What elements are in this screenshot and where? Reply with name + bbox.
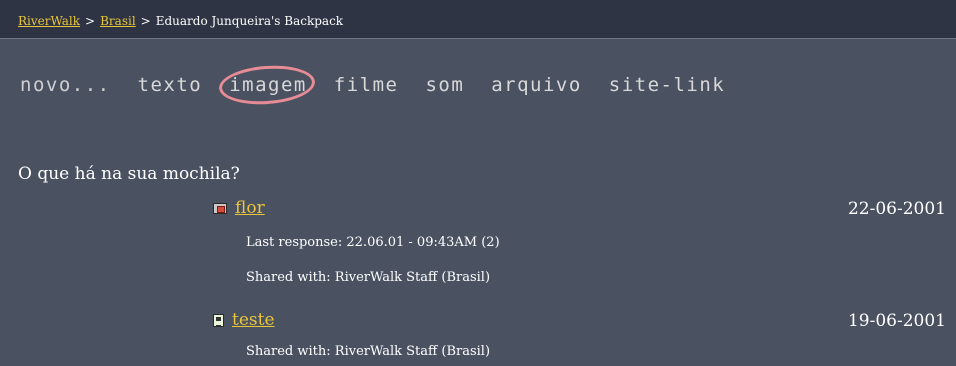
new-item-label: novo...: [20, 74, 111, 96]
new-image-option[interactable]: imagem: [229, 74, 307, 96]
new-site-link-option[interactable]: site-link: [609, 74, 725, 96]
new-file-option[interactable]: arquivo: [491, 74, 582, 96]
item-last-response: Last response: 22.06.01 - 09:43AM (2): [246, 235, 500, 250]
new-movie-option[interactable]: filme: [334, 74, 399, 96]
breadcrumb-separator: >: [140, 14, 151, 28]
item-title-link[interactable]: teste: [232, 310, 275, 330]
item-shared-with: Shared with: RiverWalk Staff (Brasil): [246, 270, 491, 285]
text-document-icon: [213, 313, 224, 327]
breadcrumb: RiverWalk > Brasil > Eduardo Junqueira's Bac…: [18, 14, 343, 28]
list-item: flor: [213, 197, 265, 219]
breadcrumb-link-brasil[interactable]: Brasil: [100, 14, 136, 28]
item-title-link[interactable]: flor: [235, 198, 265, 218]
new-item-bar: novo... texto imagem filme som arquivo s…: [20, 74, 739, 96]
breadcrumb-link-riverwalk[interactable]: RiverWalk: [18, 14, 80, 28]
breadcrumb-current: Eduardo Junqueira's Backpack: [155, 14, 344, 28]
list-item: teste: [213, 309, 275, 331]
breadcrumb-separator: >: [85, 14, 96, 28]
backpack-question: O que há na sua mochila?: [18, 164, 240, 184]
breadcrumb-bar: RiverWalk > Brasil > Eduardo Junqueira's Bac…: [0, 0, 956, 39]
new-sound-option[interactable]: som: [425, 74, 464, 96]
image-icon: [213, 202, 227, 214]
item-date: 22-06-2001: [847, 199, 946, 219]
item-shared-with: Shared with: RiverWalk Staff (Brasil): [246, 344, 491, 359]
new-text-option[interactable]: texto: [138, 74, 203, 96]
item-date: 19-06-2001: [847, 311, 946, 331]
